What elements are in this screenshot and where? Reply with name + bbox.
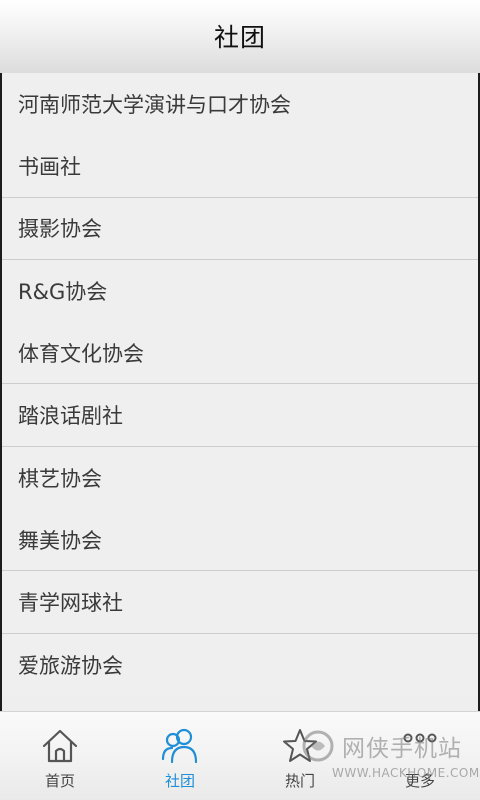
list-item-club[interactable]: 体育文化协会 [2,322,478,385]
list-item-club[interactable]: 书画社 [2,135,478,198]
more-icon [403,733,437,743]
list-item-club[interactable]: 踏浪话剧社 [2,384,478,447]
list-item-club[interactable]: 爱旅游协会 [2,633,478,696]
club-name: 棋艺协会 [18,466,102,491]
tab-hot[interactable]: 热门 [240,712,360,800]
club-name: 踏浪话剧社 [18,404,123,429]
tab-home[interactable]: 首页 [0,712,120,800]
club-name: 体育文化协会 [18,341,144,366]
club-name: 舞美协会 [18,528,102,553]
page-title: 社团 [213,22,266,52]
home-icon [42,729,78,763]
list-item-club[interactable]: 棋艺协会 [2,446,478,510]
club-name: 青学网球社 [18,591,123,616]
star-icon [283,729,317,762]
app-screen: 社团 河南师范大学演讲与口才协会 书画社 摄影协会 R&G协会 体育文化协会 踏… [0,0,480,800]
title-bar: 社团 [0,0,480,74]
club-name: 摄影协会 [18,217,102,242]
tab-hot-label: 热门 [284,772,315,790]
list-item-club[interactable]: 河南师范大学演讲与口才协会 [2,73,478,136]
club-name: 书画社 [18,154,81,179]
tab-home-label: 首页 [44,772,75,790]
list-item-club[interactable]: R&G协会 [2,259,478,323]
tab-clubs-label: 社团 [164,772,195,790]
list-item-club[interactable]: 舞美协会 [2,509,478,572]
club-name: 河南师范大学演讲与口才协会 [18,93,291,118]
list-item-club[interactable]: 摄影协会 [2,197,478,260]
users-icon [161,728,198,764]
list-item-club[interactable]: 青学网球社 [2,571,478,634]
tab-more-label: 更多 [404,772,435,790]
tab-more[interactable]: 更多 [360,712,480,800]
club-list: 河南师范大学演讲与口才协会 书画社 摄影协会 R&G协会 体育文化协会 踏浪话剧… [2,73,478,711]
bottom-tab-bar: 首页 社团 热门 更多 [0,711,480,800]
club-name: R&G协会 [18,280,108,305]
tab-clubs[interactable]: 社团 [120,712,240,800]
club-name: 爱旅游协会 [18,653,123,678]
